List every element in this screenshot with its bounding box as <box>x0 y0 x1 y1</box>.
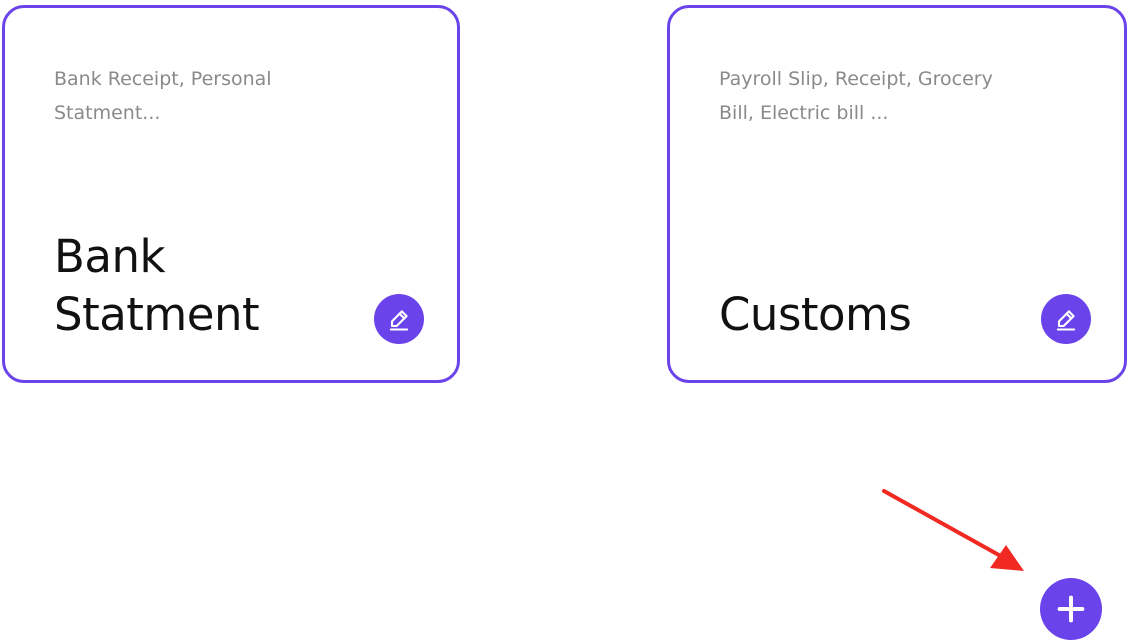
pencil-edit-icon <box>1056 310 1076 331</box>
document-type-canvas: Bank Receipt, Personal Statment... Bank … <box>0 0 1130 642</box>
red-arrow-icon <box>882 489 1024 571</box>
card-title: Bank Statment <box>54 230 260 341</box>
card-description: Bank Receipt, Personal Statment... <box>54 68 272 124</box>
plus-icon <box>1057 595 1085 623</box>
card-description: Payroll Slip, Receipt, Grocery Bill, Ele… <box>719 68 993 124</box>
add-document-button[interactable] <box>1040 578 1102 640</box>
pencil-edit-icon <box>389 310 409 331</box>
document-card-bank-statment[interactable]: Bank Receipt, Personal Statment... Bank … <box>2 5 460 383</box>
edit-button[interactable] <box>1041 294 1091 344</box>
edit-button[interactable] <box>374 294 424 344</box>
card-title: Customs <box>719 288 912 341</box>
document-card-customs[interactable]: Payroll Slip, Receipt, Grocery Bill, Ele… <box>667 5 1127 383</box>
